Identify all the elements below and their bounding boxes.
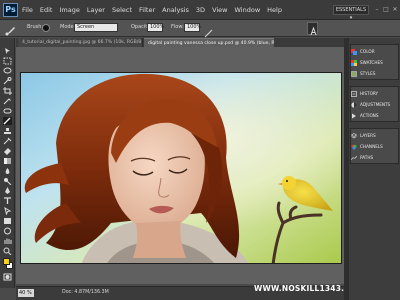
photoshop-logo: Ps bbox=[3, 3, 18, 17]
marquee-tool-icon[interactable] bbox=[3, 57, 12, 65]
move-tool-icon[interactable] bbox=[3, 47, 12, 55]
dodge-tool-icon[interactable] bbox=[3, 177, 12, 185]
hand-tool-icon[interactable] bbox=[3, 237, 12, 245]
menu-select[interactable]: Select bbox=[112, 6, 132, 14]
swatches-icon bbox=[351, 59, 357, 66]
layers-icon bbox=[351, 132, 357, 138]
main-menu: File Edit Image Layer Select Filter Anal… bbox=[22, 0, 282, 20]
blur-tool-icon[interactable] bbox=[3, 167, 12, 175]
panel-history-label: HISTORY bbox=[360, 91, 379, 96]
brush-tool-icon-active[interactable] bbox=[3, 117, 12, 125]
history-brush-tool-icon[interactable] bbox=[3, 137, 12, 145]
minimize-button[interactable]: – bbox=[373, 5, 381, 14]
panel-color[interactable]: COLOR bbox=[351, 46, 399, 57]
close-button[interactable]: ✕ bbox=[391, 5, 399, 14]
document-size-info: Doc: 4.87M/136.3M bbox=[62, 290, 109, 295]
panel-actions[interactable]: ACTIONS bbox=[351, 110, 399, 121]
airbrush-icon[interactable] bbox=[204, 23, 213, 38]
panel-history[interactable]: HISTORY bbox=[351, 88, 399, 99]
channels-icon bbox=[351, 144, 357, 150]
panel-paths[interactable]: PATHS bbox=[351, 152, 399, 163]
shape-tool-icon[interactable] bbox=[3, 217, 12, 225]
workspace-switcher[interactable]: ESSENTIALS ▾ bbox=[333, 5, 369, 21]
quick-select-tool-icon[interactable] bbox=[3, 77, 12, 85]
gradient-tool-icon[interactable] bbox=[3, 157, 12, 165]
flow-input[interactable]: 100% bbox=[184, 23, 201, 32]
menu-layer[interactable]: Layer bbox=[87, 6, 105, 14]
actions-icon bbox=[352, 113, 356, 118]
history-icon bbox=[351, 90, 357, 97]
pen-tool-icon[interactable] bbox=[3, 187, 12, 195]
menu-3d[interactable]: 3D bbox=[196, 6, 205, 14]
flow-label: Flow: bbox=[171, 24, 184, 30]
color-icon bbox=[351, 48, 357, 55]
panel-layers-label: LAYERS bbox=[360, 133, 376, 138]
document-tab-tutorial[interactable]: 4_tutorial_digital_painting.jpg @ 66.7% … bbox=[18, 38, 143, 47]
adjustments-icon bbox=[351, 101, 357, 108]
menu-window[interactable]: Window bbox=[235, 6, 261, 14]
panel-styles[interactable]: STYLES bbox=[351, 68, 399, 79]
panel-channels-label: CHANNELS bbox=[360, 144, 383, 149]
menu-image[interactable]: Image bbox=[59, 6, 79, 14]
menu-edit[interactable]: Edit bbox=[40, 6, 53, 14]
panel-adjustments[interactable]: ADJUSTMENTS bbox=[351, 99, 399, 110]
panel-channels[interactable]: CHANNELS bbox=[351, 141, 399, 152]
menu-view[interactable]: View bbox=[212, 6, 227, 14]
tablet-pressure-icon[interactable] bbox=[307, 22, 318, 36]
crop-tool-icon[interactable] bbox=[3, 87, 12, 95]
panel-paths-label: PATHS bbox=[360, 155, 374, 160]
path-selection-tool-icon[interactable] bbox=[3, 207, 12, 215]
brush-label: Brush: bbox=[27, 24, 44, 30]
healing-brush-tool-icon[interactable] bbox=[3, 107, 12, 115]
zoom-tool-icon[interactable] bbox=[3, 247, 12, 255]
paths-icon bbox=[351, 155, 357, 160]
quick-mask-icon[interactable] bbox=[3, 273, 12, 281]
digital-painting-image bbox=[21, 73, 341, 263]
eraser-tool-icon[interactable] bbox=[3, 147, 12, 155]
zoom-level-field[interactable]: 40 % bbox=[18, 289, 34, 297]
panel-styles-label: STYLES bbox=[360, 71, 376, 76]
menu-file[interactable]: File bbox=[22, 6, 33, 14]
3d-rotate-tool-icon[interactable] bbox=[3, 227, 12, 235]
brush-tool-icon[interactable] bbox=[4, 22, 16, 36]
panel-swatches-label: SWATCHES bbox=[360, 60, 383, 65]
lasso-tool-icon[interactable] bbox=[3, 67, 12, 75]
styles-icon bbox=[351, 70, 357, 77]
type-tool-icon[interactable] bbox=[3, 197, 12, 205]
document-canvas[interactable] bbox=[20, 72, 342, 264]
panel-actions-label: ACTIONS bbox=[360, 113, 379, 118]
restore-button[interactable]: □ bbox=[382, 5, 390, 14]
panel-adjustments-label: ADJUSTMENTS bbox=[360, 102, 391, 107]
document-tab-vanessa[interactable]: digital painting vanessa close up.psd @ … bbox=[144, 38, 274, 47]
eyedropper-tool-icon[interactable] bbox=[3, 97, 12, 105]
menu-help[interactable]: Help bbox=[267, 6, 282, 14]
menu-analysis[interactable]: Analysis bbox=[162, 6, 189, 14]
panel-color-label: COLOR bbox=[360, 49, 375, 54]
panel-swatches[interactable]: SWATCHES bbox=[351, 57, 399, 68]
menu-filter[interactable]: Filter bbox=[139, 6, 155, 14]
foreground-color-swatch[interactable] bbox=[3, 258, 10, 265]
blend-mode-select[interactable]: Screen bbox=[74, 23, 118, 32]
panel-layers[interactable]: LAYERS bbox=[351, 130, 399, 141]
brush-preset-picker[interactable] bbox=[42, 24, 50, 32]
clone-stamp-tool-icon[interactable] bbox=[3, 127, 12, 135]
opacity-input[interactable]: 100% bbox=[147, 23, 164, 32]
